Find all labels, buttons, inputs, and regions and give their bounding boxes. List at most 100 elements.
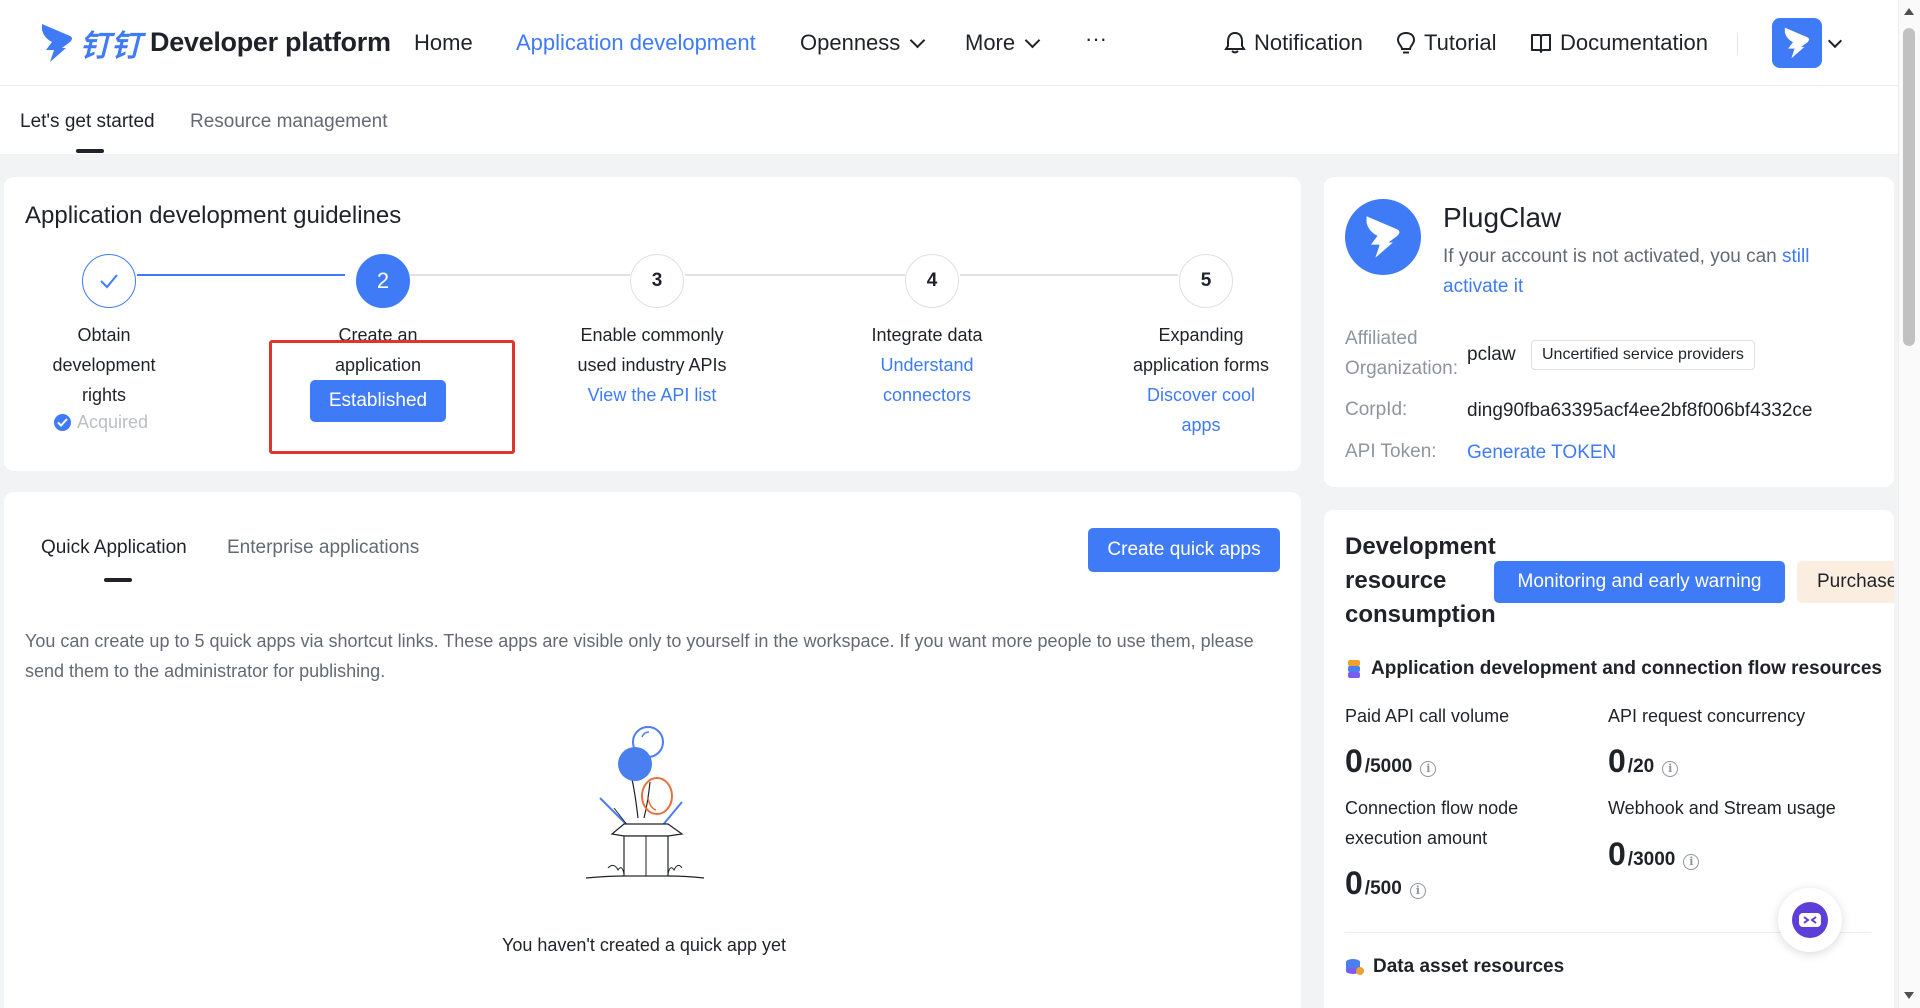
corpid-label: CorpId: — [1345, 399, 1408, 420]
resources-title: Development resource consumption — [1345, 530, 1496, 632]
chevron-down-icon — [1024, 32, 1041, 48]
section-app-dev-resources-label: Application development and connection f… — [1371, 658, 1882, 679]
nav-more-label: More — [965, 30, 1016, 55]
understand-connectors-link[interactable]: Understand connectors — [827, 350, 1027, 410]
metric-webhook-total: /3000 — [1627, 849, 1676, 870]
generate-token-link[interactable]: Generate TOKEN — [1467, 442, 1616, 464]
metric-paid-api-total: /5000 — [1364, 756, 1413, 777]
understand-connectors-line-1: Understand — [880, 355, 974, 375]
highlight-box — [269, 340, 515, 454]
database-icon — [1346, 959, 1364, 975]
tab-enterprise-applications[interactable]: Enterprise applications — [227, 537, 419, 559]
nav-documentation[interactable]: Documentation — [1530, 30, 1708, 56]
nav-tutorial[interactable]: Tutorial — [1396, 30, 1497, 56]
discover-apps-line-2: apps — [1181, 415, 1221, 435]
step-connector-3 — [685, 274, 905, 276]
nav-notification[interactable]: Notification — [1224, 30, 1363, 56]
empty-box-balloons-icon — [585, 726, 705, 879]
nav-ellipsis-button[interactable]: ··· — [1085, 26, 1107, 52]
step-2-circle: 2 — [356, 254, 410, 308]
bell-icon — [1224, 31, 1246, 54]
step-1-line-2: development — [52, 355, 156, 375]
resources-title-line-3: consumption — [1345, 601, 1496, 628]
corpid-value[interactable]: ding90fba63395acf4ee2bf8f006bf4332ce — [1467, 400, 1813, 422]
tab-active-indicator — [76, 149, 104, 153]
nav-tutorial-label: Tutorial — [1424, 30, 1497, 55]
view-api-list-link[interactable]: View the API list — [552, 380, 752, 410]
step-5-circle: 5 — [1179, 254, 1233, 308]
step-1-line-1: Obtain — [77, 325, 131, 345]
metric-label-concurrency: API request concurrency — [1608, 706, 1806, 726]
nav-home[interactable]: Home — [414, 30, 473, 56]
api-token-label: API Token: — [1345, 441, 1437, 462]
metric-label-connection-flow: Connection flow node execution amount — [1345, 798, 1519, 848]
dingtalk-logo-icon — [42, 23, 72, 62]
nav-openness[interactable]: Openness — [800, 30, 926, 56]
brand-title: Developer platform — [150, 27, 391, 57]
nav-app-dev-label: Application development — [516, 30, 756, 55]
discover-apps-line-1: Discover cool — [1146, 385, 1256, 405]
scrollbar-thumb[interactable] — [1903, 28, 1915, 346]
avatar-chevron-down-icon[interactable] — [1827, 33, 1843, 49]
step-4-label: Integrate data — [827, 320, 1027, 350]
section-data-asset-resources: Data asset resources — [1345, 956, 1564, 978]
info-icon[interactable]: i — [1683, 854, 1700, 870]
info-icon[interactable]: i — [1662, 761, 1679, 777]
info-icon[interactable]: i — [1409, 883, 1426, 899]
metric-label-paid-api: Paid API call volume — [1345, 706, 1510, 726]
quick-app-description: You can create up to 5 quick apps via sh… — [25, 631, 1254, 681]
sub-tabs-bar: Let's get started Resource management — [0, 86, 1898, 154]
nav-application-development[interactable]: Application development — [516, 30, 756, 56]
check-icon — [100, 274, 118, 289]
certification-badge: Uncertified service providers — [1531, 340, 1755, 370]
create-quick-apps-button[interactable]: Create quick apps — [1088, 528, 1280, 572]
step-5-line-2: application forms — [1132, 355, 1270, 375]
metric-concurrency-total: /20 — [1627, 756, 1655, 777]
assistant-float-button[interactable] — [1778, 888, 1842, 952]
discover-cool-apps-link[interactable]: Discover cool apps — [1101, 380, 1301, 440]
step-4-circle: 4 — [905, 254, 959, 308]
affiliated-label-line-1: Affiliated — [1345, 328, 1418, 349]
monitoring-warning-button[interactable]: Monitoring and early warning — [1494, 561, 1785, 603]
step-3-line-1: Enable commonly — [580, 325, 724, 345]
quick-tab-indicator — [104, 578, 132, 582]
tab-quick-application[interactable]: Quick Application — [41, 537, 187, 559]
step-3-circle: 3 — [630, 254, 684, 308]
section-app-dev-resources: Application development and connection f… — [1345, 658, 1882, 680]
scroll-down-arrow-icon[interactable] — [1904, 992, 1914, 999]
step-1-status-label: Acquired — [77, 412, 149, 432]
nav-more[interactable]: More — [965, 30, 1041, 56]
metric-paid-api-num: 0 — [1345, 743, 1363, 779]
check-circle-icon — [54, 414, 71, 431]
metric-concurrency-num: 0 — [1608, 743, 1626, 779]
nav-home-label: Home — [414, 30, 473, 55]
step-5-line-1: Expanding — [1158, 325, 1244, 345]
purchase-button[interactable]: Purchase — [1797, 561, 1894, 603]
lightbulb-icon — [1396, 31, 1416, 54]
assistant-icon — [1792, 902, 1828, 938]
resources-title-line-1: Development — [1345, 533, 1496, 560]
brand-logo[interactable]: 钉钉 Developer platform — [40, 21, 391, 65]
scroll-up-arrow-icon[interactable] — [1904, 8, 1914, 15]
metric-webhook-num: 0 — [1608, 836, 1626, 872]
metric-connection-flow-total: /500 — [1364, 878, 1402, 899]
nav-notification-label: Notification — [1254, 30, 1363, 55]
info-icon[interactable]: i — [1420, 761, 1437, 777]
metric-value-connection-flow: 0 /500 i — [1345, 865, 1426, 902]
tab-lets-get-started[interactable]: Let's get started — [20, 111, 155, 133]
top-navbar: 钉钉 Developer platform Home Application d… — [0, 0, 1898, 86]
chevron-down-icon — [910, 32, 926, 48]
resources-title-line-2: resource — [1345, 567, 1447, 594]
metric-value-paid-api: 0 /5000 i — [1345, 743, 1437, 780]
step-3-label: Enable commonly used industry APIs — [552, 320, 752, 380]
step-1-status: Acquired — [54, 412, 148, 433]
step-1-label: Obtain development rights — [4, 320, 204, 410]
user-avatar[interactable] — [1772, 18, 1822, 68]
org-avatar — [1345, 199, 1421, 275]
affiliated-org-label: Affiliated Organization: — [1345, 324, 1458, 384]
step-connector-1 — [137, 274, 345, 276]
tab-resource-management[interactable]: Resource management — [190, 111, 388, 133]
org-name: PlugClaw — [1443, 202, 1562, 233]
step-4-line-1: Integrate data — [871, 325, 983, 345]
affiliated-org-value: pclaw — [1467, 344, 1516, 365]
